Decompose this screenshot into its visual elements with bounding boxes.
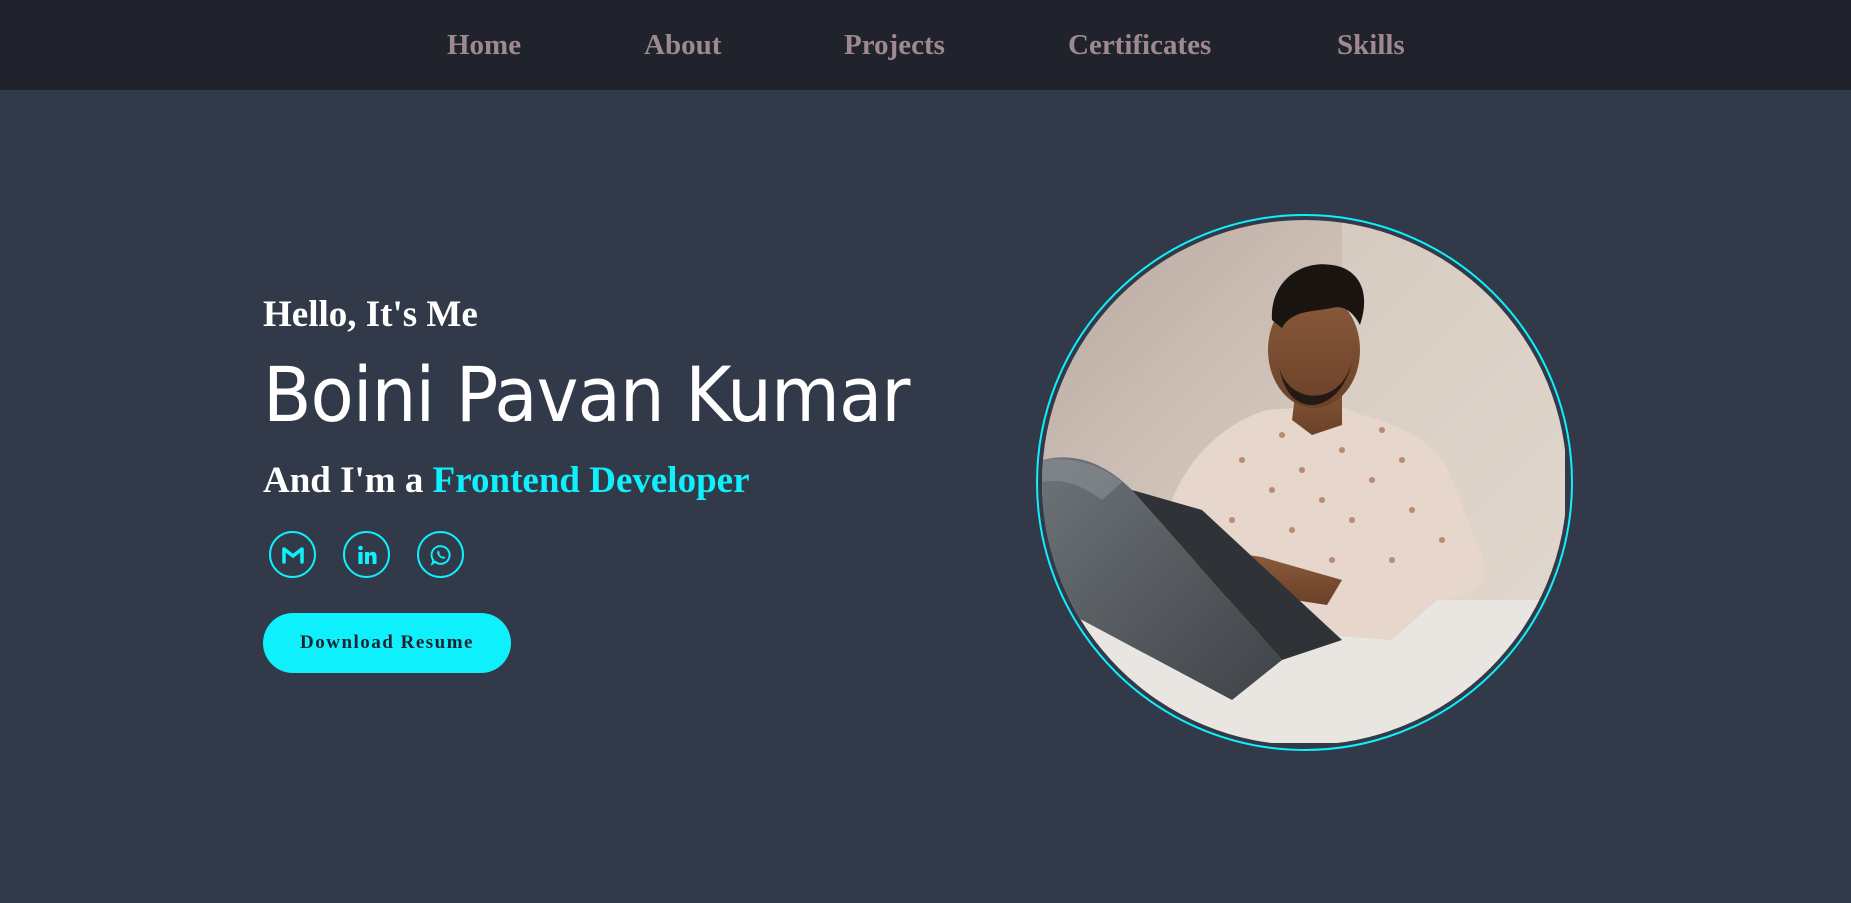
nav-home-link[interactable]: Home: [447, 26, 521, 64]
linkedin-icon: [357, 545, 377, 565]
profile-photo: [1042, 220, 1567, 745]
nav-projects-link[interactable]: Projects: [844, 26, 945, 64]
role-prefix: And I'm a: [263, 460, 433, 501]
gmail-button[interactable]: [269, 531, 316, 578]
hero-name: Boini Pavan Kumar: [263, 350, 910, 439]
nav-certificates-link[interactable]: Certificates: [1068, 26, 1211, 64]
navbar: Home About Projects Certificates Skills: [0, 0, 1851, 90]
hero-role-line: And I'm a Frontend Developer: [263, 456, 750, 506]
linkedin-button[interactable]: [343, 531, 390, 578]
whatsapp-button[interactable]: [417, 531, 464, 578]
profile-photo-frame: [1036, 214, 1573, 751]
download-resume-button[interactable]: Download Resume: [263, 613, 511, 673]
whatsapp-icon: [430, 544, 452, 566]
role-highlight: Frontend Developer: [432, 460, 750, 501]
gmail-icon: [281, 546, 304, 564]
nav-skills-link[interactable]: Skills: [1337, 26, 1405, 64]
hero-greeting: Hello, It's Me: [263, 294, 478, 335]
nav-about-link[interactable]: About: [644, 26, 721, 64]
